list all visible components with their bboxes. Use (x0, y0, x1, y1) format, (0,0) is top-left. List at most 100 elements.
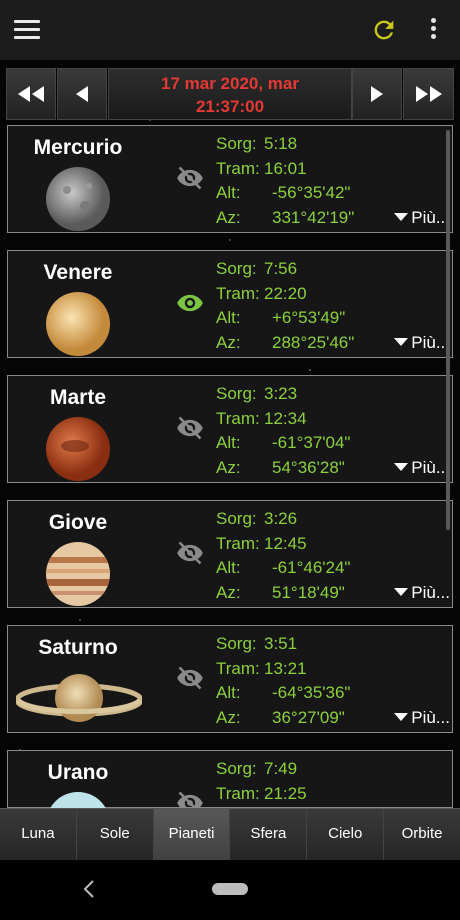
info-row: Sorg: 3:26 (216, 507, 451, 532)
info-row: Sorg: 3:51 (216, 632, 451, 657)
info-label: Az: (216, 207, 241, 227)
planet-name: Venere (43, 261, 113, 284)
info-label: Alt: (216, 183, 241, 202)
tab-pianeti[interactable]: Pianeti (153, 809, 231, 861)
info-row: Sorg: 7:56 (216, 257, 451, 282)
info-value: 5:18 (264, 134, 298, 153)
eye-off-icon[interactable] (174, 164, 206, 192)
eye-off-icon[interactable] (174, 414, 206, 442)
info-label: Alt: (216, 558, 241, 577)
more-button[interactable]: Più... (394, 708, 450, 728)
bottom-tab-bar: Luna Sole Pianeti Sfera Cielo Orbite (0, 808, 460, 861)
info-row: Alt: -61°46'24" (216, 556, 451, 581)
expand-triangle-icon (394, 713, 409, 721)
info-label: Tram: (216, 283, 260, 303)
info-value: 288°25'46" (272, 332, 355, 352)
tab-sole[interactable]: Sole (76, 809, 154, 861)
info-value: 36°27'09" (272, 707, 345, 727)
home-pill[interactable] (212, 883, 248, 895)
info-value: -61°37'04" (272, 433, 351, 452)
info-label: Alt: (216, 683, 241, 702)
planet-card[interactable]: Saturno Sorg: 3:51 Tram: 13:21 Alt: -64°35'36"… (7, 625, 453, 733)
current-datetime[interactable]: 17 mar 2020, mar 21:37:00 (108, 68, 352, 120)
fast-forward-icon (415, 86, 442, 102)
refresh-icon[interactable] (370, 16, 398, 44)
jupiter-image (46, 542, 110, 606)
info-value: 3:51 (264, 634, 298, 653)
planet-name: Saturno (38, 636, 118, 659)
tab-luna[interactable]: Luna (0, 809, 77, 861)
info-value: +6°53'49" (272, 308, 346, 327)
planet-card[interactable]: Marte Sorg: 3:23 Tram: 12:34 Alt: -61°37'04" Az… (7, 375, 453, 483)
info-value: 21:25 (264, 783, 307, 803)
info-label: Alt: (216, 308, 241, 327)
info-row: Sorg: 7:49 (216, 757, 451, 782)
info-row: Alt: -64°35'36" (216, 681, 451, 706)
info-label: Az: (216, 582, 241, 602)
tab-sfera[interactable]: Sfera (230, 809, 308, 861)
info-label: Sorg: (216, 134, 257, 153)
info-label: Sorg: (216, 759, 257, 778)
expand-triangle-icon (394, 588, 409, 596)
info-row: Alt: -56°35'42" (216, 181, 451, 206)
planet-name: Urano (47, 761, 109, 784)
back-icon[interactable] (80, 878, 100, 900)
planet-card[interactable]: Mercurio Sorg: 5:18 Tram: 16:01 Alt: -56°35'42… (7, 125, 453, 233)
info-value: 22:20 (264, 283, 307, 303)
info-value: 12:45 (264, 533, 307, 553)
planet-info: Sorg: 7:49 Tram: 21:25 (216, 757, 451, 806)
info-row: Alt: -61°37'04" (216, 431, 451, 456)
info-label: Az: (216, 332, 241, 352)
more-label: Più... (411, 333, 450, 352)
info-label: Sorg: (216, 384, 257, 403)
more-button[interactable]: Più... (394, 458, 450, 478)
eye-icon[interactable] (174, 289, 206, 317)
more-button[interactable]: Più... (394, 333, 450, 353)
info-label: Sorg: (216, 509, 257, 528)
planet-card[interactable]: Giove Sorg: 3:26 Tram: 12:45 Alt: -61°46'24" Az… (7, 500, 453, 608)
tab-cielo[interactable]: Cielo (307, 809, 385, 861)
info-label: Sorg: (216, 259, 257, 278)
planet-name: Marte (49, 386, 107, 409)
next-icon (371, 86, 383, 102)
info-row: Tram: 12:45 (216, 532, 451, 557)
info-value: 12:34 (264, 408, 307, 428)
more-button[interactable]: Più... (394, 583, 450, 603)
fast-forward-button[interactable] (403, 68, 454, 120)
info-value: 7:56 (264, 259, 298, 278)
info-label: Tram: (216, 408, 260, 428)
hamburger-menu-icon[interactable] (14, 20, 40, 40)
info-row: Tram: 16:01 (216, 157, 451, 182)
expand-triangle-icon (394, 463, 409, 471)
tab-orbite[interactable]: Orbite (384, 809, 460, 861)
info-value: -56°35'42" (272, 183, 351, 202)
expand-triangle-icon (394, 213, 409, 221)
eye-off-icon[interactable] (174, 539, 206, 567)
info-row: Tram: 22:20 (216, 282, 451, 307)
overflow-menu-icon[interactable] (424, 18, 442, 44)
fast-rewind-button[interactable] (6, 68, 56, 120)
venus-image (46, 292, 110, 356)
scrollbar[interactable] (446, 130, 450, 530)
info-label: Tram: (216, 158, 260, 178)
next-button[interactable] (352, 68, 402, 120)
planet-name: Mercurio (33, 136, 123, 159)
more-button[interactable]: Più... (394, 208, 450, 228)
date-navigation-bar: 17 mar 2020, mar 21:37:00 (6, 68, 454, 120)
eye-off-icon[interactable] (174, 664, 206, 692)
time-line: 21:37:00 (195, 97, 265, 116)
app-bar (0, 0, 460, 61)
info-value: 3:26 (264, 509, 298, 528)
info-value: 51°18'49" (272, 582, 345, 602)
info-value: 54°36'28" (272, 457, 345, 477)
mercury-image (46, 167, 110, 231)
planet-card[interactable]: Urano Sorg: 7:49 Tram: 21:25 (7, 750, 453, 856)
info-row: Sorg: 3:23 (216, 382, 451, 407)
planet-card[interactable]: Venere Sorg: 7:56 Tram: 22:20 Alt: +6°53'49" Az… (7, 250, 453, 358)
more-label: Più... (411, 583, 450, 602)
info-value: -64°35'36" (272, 683, 351, 702)
previous-button[interactable] (57, 68, 107, 120)
info-row: Tram: 12:34 (216, 407, 451, 432)
info-label: Alt: (216, 433, 241, 452)
info-row: Tram: 21:25 (216, 782, 451, 807)
